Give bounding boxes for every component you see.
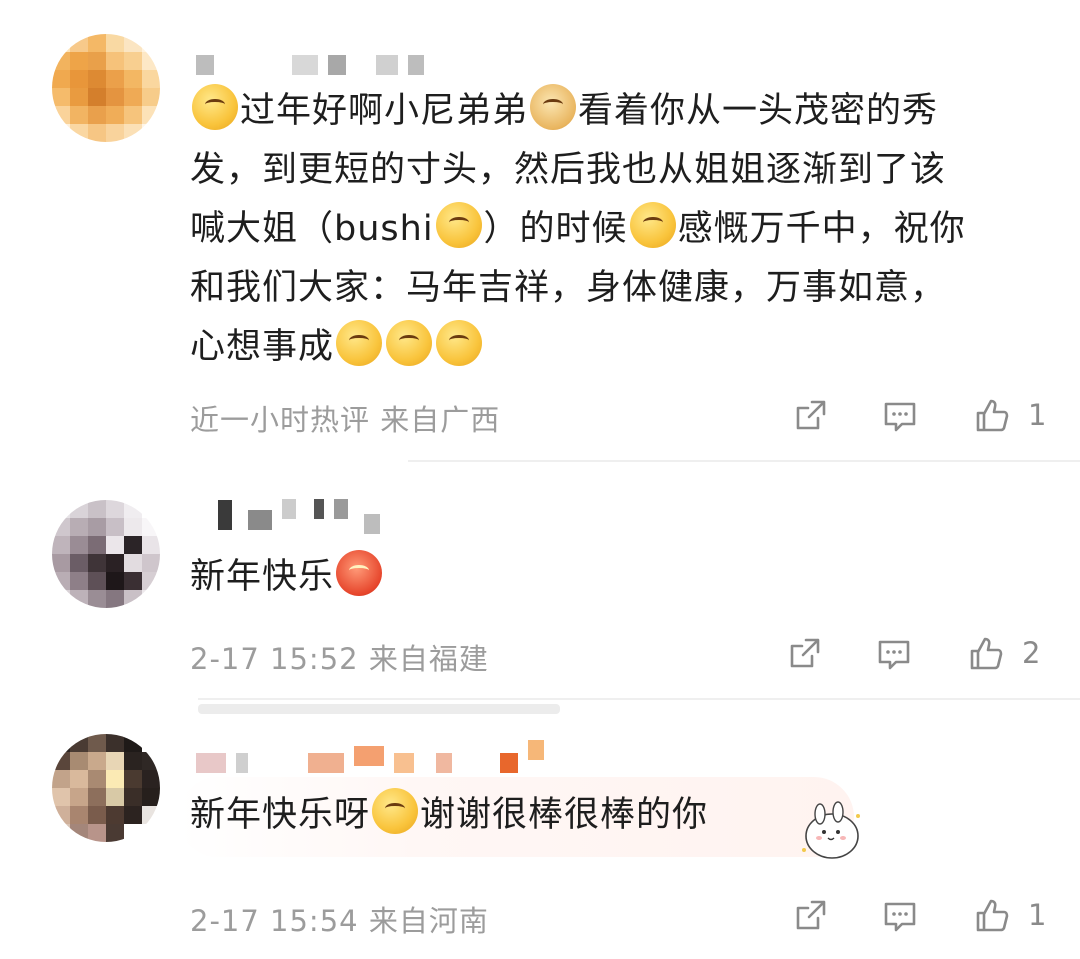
kiss-emoji <box>372 788 419 834</box>
cover-face-emoji <box>629 202 676 248</box>
thumbs-up-icon[interactable] <box>972 896 1012 936</box>
comment-icon[interactable] <box>880 896 920 936</box>
avatar[interactable] <box>52 500 160 608</box>
comment-meta: 近一小时热评 来自广西 <box>190 403 501 437</box>
like-count: 2 <box>1022 636 1041 670</box>
username-masked[interactable] <box>196 499 380 534</box>
comment-text: 新年快乐 <box>190 548 1050 607</box>
doge-emoji <box>530 84 577 130</box>
divider <box>198 698 1080 700</box>
fu-envelope-emoji <box>336 550 383 596</box>
thumbs-up-icon[interactable] <box>966 634 1006 674</box>
comment-text: 新年快乐呀 谢谢很棒很棒的你 <box>190 786 1050 845</box>
username-masked[interactable] <box>196 740 544 773</box>
cheer-emoji <box>436 320 483 366</box>
comment-text: 过年好啊小尼弟弟 看着你从一头茂密的秀 发，到更短的寸头，然后我也从姐姐逐渐到了该… <box>190 82 1050 377</box>
share-icon[interactable] <box>790 896 830 936</box>
avatar[interactable] <box>52 734 160 842</box>
like-count: 1 <box>1028 898 1047 932</box>
bunny-sticker <box>796 800 864 864</box>
comment-actions: 1 <box>780 396 1050 440</box>
scroll-hint-bar <box>198 704 560 714</box>
share-icon[interactable] <box>790 396 830 436</box>
avatar[interactable] <box>52 34 160 142</box>
like-count: 1 <box>1028 398 1047 432</box>
comment-icon[interactable] <box>874 634 914 674</box>
share-icon[interactable] <box>784 634 824 674</box>
divider <box>408 460 1080 462</box>
cheer-emoji <box>386 320 433 366</box>
username-masked[interactable] <box>196 52 424 78</box>
thumbs-up-icon[interactable] <box>972 396 1012 436</box>
comment-actions: 2 <box>780 634 1050 678</box>
cheer-emoji <box>336 320 383 366</box>
comment-actions: 1 <box>780 896 1050 940</box>
laugh-cry-emoji <box>435 202 482 248</box>
comment-meta: 2-17 15:52 来自福建 <box>190 642 489 676</box>
comment-meta: 2-17 15:54 来自河南 <box>190 904 489 938</box>
comment-icon[interactable] <box>880 396 920 436</box>
smirk-666-emoji <box>192 84 238 130</box>
